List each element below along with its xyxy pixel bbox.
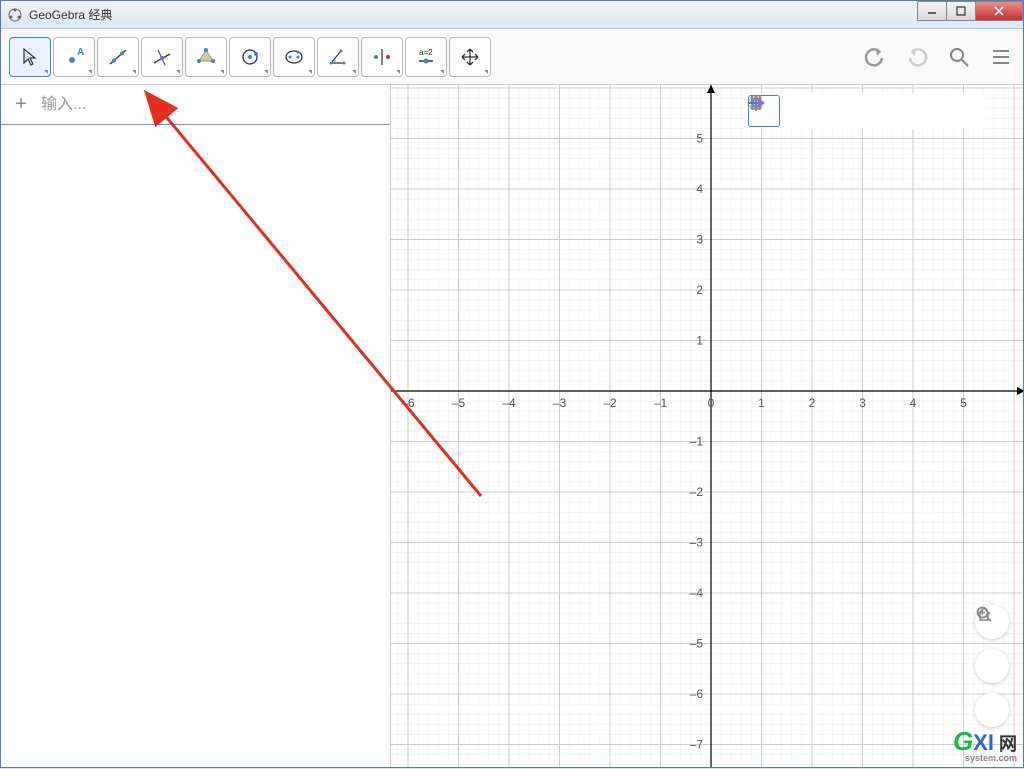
close-button[interactable] xyxy=(975,1,1023,21)
main-toolbar: A a=2 xyxy=(1,29,1023,85)
svg-text:3: 3 xyxy=(696,233,703,247)
redo-button[interactable] xyxy=(903,43,931,71)
settings-button[interactable] xyxy=(884,95,916,127)
svg-text:–7: –7 xyxy=(690,738,704,752)
tool-circle[interactable] xyxy=(229,37,271,77)
style-button[interactable] xyxy=(952,95,984,127)
tool-move-view[interactable] xyxy=(449,37,491,77)
tool-perpendicular[interactable] xyxy=(141,37,183,77)
zoom-in-button[interactable] xyxy=(975,649,1009,683)
home-button[interactable] xyxy=(816,95,848,127)
window-title: GeoGebra 经典 xyxy=(29,6,112,23)
svg-text:–6: –6 xyxy=(401,396,415,410)
tool-polygon[interactable] xyxy=(185,37,227,77)
options-button[interactable] xyxy=(918,95,950,127)
svg-text:–1: –1 xyxy=(654,396,668,410)
maximize-button[interactable] xyxy=(946,1,976,21)
svg-text:–5: –5 xyxy=(690,637,704,651)
svg-text:4: 4 xyxy=(696,182,703,196)
search-button[interactable] xyxy=(945,43,973,71)
view-toolbar xyxy=(746,93,986,129)
tool-slider[interactable]: a=2 xyxy=(405,37,447,77)
svg-text:–4: –4 xyxy=(502,396,516,410)
tool-ellipse[interactable] xyxy=(273,37,315,77)
snap-button[interactable] xyxy=(850,95,882,127)
tool-reflect[interactable] xyxy=(361,37,403,77)
graph-view[interactable]: –6 –5 –4 –3 –2 –1 0 1 2 3 4 5 –7 –6 –5 –4 –3 –2 –1 1 2 3 4 5 xyxy=(391,85,1023,767)
svg-text:–2: –2 xyxy=(603,396,617,410)
svg-text:1: 1 xyxy=(758,396,765,410)
app-icon xyxy=(7,7,23,23)
minimize-button[interactable] xyxy=(917,1,947,21)
svg-text:A: A xyxy=(77,47,84,58)
tool-line[interactable] xyxy=(97,37,139,77)
undo-button[interactable] xyxy=(861,43,889,71)
svg-text:4: 4 xyxy=(910,396,917,410)
svg-text:–1: –1 xyxy=(690,435,704,449)
svg-text:0: 0 xyxy=(708,396,715,410)
svg-text:–2: –2 xyxy=(690,485,704,499)
svg-text:–3: –3 xyxy=(690,536,704,550)
svg-text:–6: –6 xyxy=(690,687,704,701)
svg-text:–3: –3 xyxy=(553,396,567,410)
algebra-input[interactable] xyxy=(33,92,382,118)
svg-text:a=2: a=2 xyxy=(419,48,433,57)
tool-move[interactable] xyxy=(9,37,51,77)
svg-text:5: 5 xyxy=(696,132,703,146)
titlebar: GeoGebra 经典 xyxy=(1,1,1023,29)
tool-angle[interactable] xyxy=(317,37,359,77)
svg-text:1: 1 xyxy=(696,334,703,348)
zoom-out-button[interactable] xyxy=(975,693,1009,727)
svg-text:2: 2 xyxy=(809,396,816,410)
svg-text:3: 3 xyxy=(859,396,866,410)
add-input-button[interactable]: + xyxy=(9,93,33,116)
svg-text:–5: –5 xyxy=(452,396,466,410)
tool-point[interactable]: A xyxy=(53,37,95,77)
menu-button[interactable] xyxy=(987,43,1015,71)
svg-text:–4: –4 xyxy=(690,586,704,600)
input-row: + xyxy=(1,85,390,125)
toggle-grid-button[interactable] xyxy=(782,95,814,127)
svg-text:2: 2 xyxy=(696,283,703,297)
svg-text:5: 5 xyxy=(960,396,967,410)
algebra-panel: + xyxy=(1,85,391,767)
